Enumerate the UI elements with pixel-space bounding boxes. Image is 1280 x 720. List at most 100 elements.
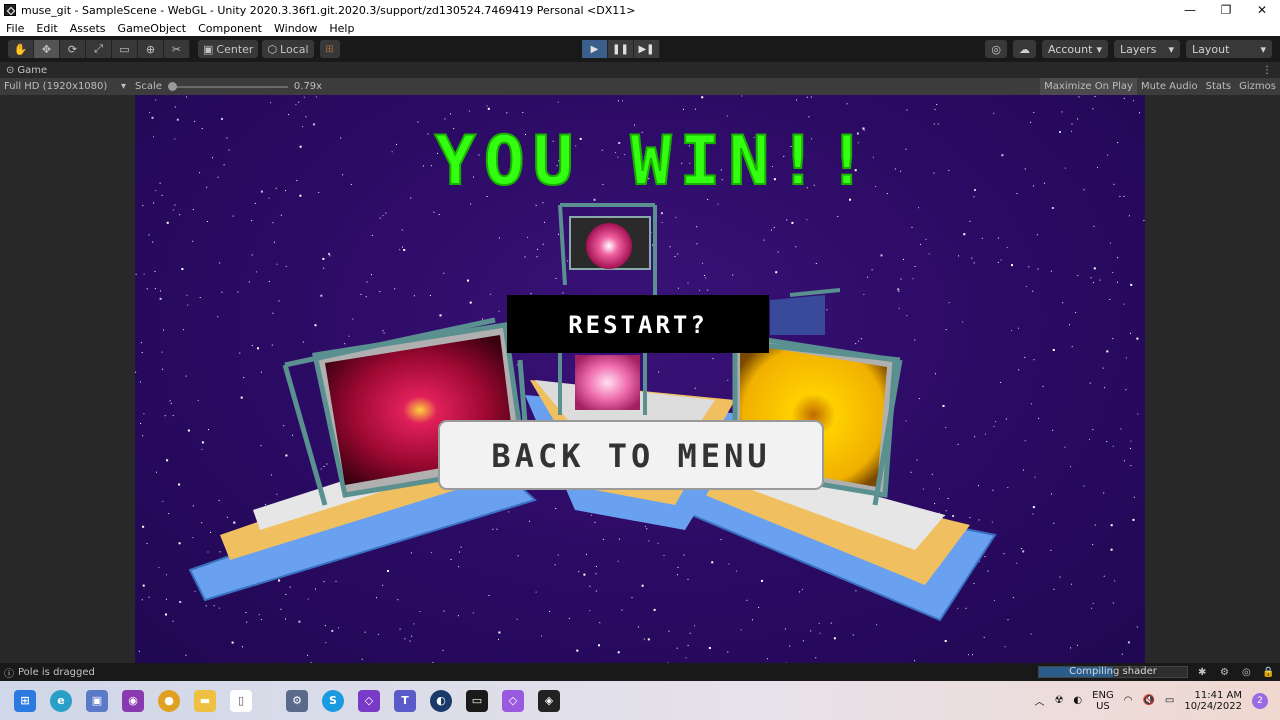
star (728, 563, 730, 565)
restore-icon[interactable]: ❐ (1208, 0, 1244, 20)
app-icon[interactable]: ◉ (122, 689, 144, 712)
layers-dropdown[interactable]: Layers ▾ (1114, 40, 1180, 58)
star (371, 274, 372, 276)
settings-gear-icon[interactable]: ⚙ (286, 689, 308, 712)
file-explorer-icon[interactable]: ▬ (194, 689, 216, 712)
star (292, 434, 293, 436)
star (993, 112, 995, 114)
step-button[interactable]: ▶❚ (634, 40, 660, 58)
language-indicator[interactable]: ENG US (1092, 690, 1114, 712)
rotate-tool-icon[interactable]: ⟳ (60, 40, 86, 58)
menu-file[interactable]: File (0, 22, 30, 35)
game-viewport[interactable]: YOU WIN!! RESTART? BACK TO MENU (135, 95, 1145, 663)
mute-audio-toggle[interactable]: Mute Audio (1137, 78, 1202, 95)
cache-icon[interactable]: ◎ (1242, 667, 1251, 678)
unity-taskbar-icon[interactable]: ◈ (538, 689, 560, 712)
star (151, 116, 154, 119)
pause-button[interactable]: ❚❚ (608, 40, 634, 58)
pivot-center-toggle[interactable]: ▣ Center (198, 40, 259, 58)
visual-studio-2-icon[interactable]: ◇ (502, 689, 524, 712)
resolution-dropdown[interactable]: Full HD (1920x1080) ▾ (0, 81, 130, 92)
star (1070, 466, 1071, 468)
play-button[interactable]: ▶ (582, 40, 608, 58)
notification-badge[interactable]: 2 (1252, 692, 1268, 709)
star (285, 618, 287, 620)
restart-button[interactable]: RESTART? (507, 295, 769, 353)
settings-icon[interactable]: ⚙ (1220, 667, 1229, 678)
scale-slider[interactable] (167, 81, 288, 91)
edge-icon[interactable]: e (50, 689, 72, 712)
back-to-menu-button[interactable]: BACK TO MENU (438, 420, 824, 490)
radiation-icon[interactable]: ☢ (1054, 695, 1063, 706)
lock-icon[interactable]: 🔒 (1262, 667, 1274, 678)
star (914, 266, 916, 267)
star (1011, 330, 1013, 332)
chevron-up-icon[interactable]: ︿ (1034, 693, 1044, 708)
star (712, 358, 714, 360)
battery-icon[interactable]: ▭ (1165, 695, 1174, 706)
layers-label: Layers (1120, 42, 1157, 56)
menu-component[interactable]: Component (192, 22, 268, 35)
stats-toggle[interactable]: Stats (1202, 78, 1236, 95)
star (139, 381, 141, 383)
star (808, 116, 810, 118)
scale-slider-knob[interactable] (167, 81, 177, 91)
star (677, 287, 679, 289)
star (833, 637, 836, 640)
bug-icon[interactable]: ✱ (1198, 667, 1206, 678)
star (399, 628, 401, 630)
teams-icon[interactable]: T (394, 689, 416, 712)
store-icon[interactable]: ▣ (86, 689, 108, 712)
chrome-icon[interactable]: ● (158, 689, 180, 712)
star (945, 510, 947, 512)
pivot-local-toggle[interactable]: ⬡ Local (262, 40, 314, 58)
custom-tool-icon[interactable]: ✂ (164, 40, 190, 58)
menu-gameobject[interactable]: GameObject (112, 22, 193, 35)
kebab-menu-icon[interactable]: ⋮ (1262, 65, 1272, 76)
clock-time: 11:41 AM (1194, 689, 1242, 701)
star (1018, 327, 1019, 329)
transform-tools: ✋ ✥ ⟳ ⤢ ▭ ⊕ ✂ (8, 40, 190, 58)
chevron-down-icon: ▾ (1168, 42, 1174, 56)
clock[interactable]: 11:41 AM 10/24/2022 (1184, 690, 1242, 712)
menu-edit[interactable]: Edit (30, 22, 63, 35)
star (469, 301, 472, 304)
skype-icon[interactable]: S (322, 689, 344, 712)
star (773, 227, 775, 229)
maximize-on-play-toggle[interactable]: Maximize On Play (1040, 78, 1137, 95)
menu-assets[interactable]: Assets (64, 22, 112, 35)
gizmos-toggle[interactable]: Gizmos (1235, 78, 1280, 95)
move-tool-icon[interactable]: ✥ (34, 40, 60, 58)
hand-tool-icon[interactable]: ✋ (8, 40, 34, 58)
windows-start-icon[interactable]: ⊞ (14, 689, 36, 712)
account-dropdown[interactable]: Account ▾ (1042, 40, 1108, 58)
transform-tool-icon[interactable]: ⊕ (138, 40, 164, 58)
grid-snap-icon[interactable]: ⊞ (319, 40, 340, 58)
cloud-icon[interactable]: ☁ (1013, 40, 1036, 58)
star (942, 405, 945, 407)
document-icon[interactable]: ▯ (230, 689, 252, 712)
star (645, 525, 647, 527)
terminal-icon[interactable]: ▭ (466, 689, 488, 712)
menu-window[interactable]: Window (268, 22, 323, 35)
close-icon[interactable]: ✕ (1244, 0, 1280, 20)
steam-tray-icon[interactable]: ◐ (1073, 695, 1082, 706)
minimize-icon[interactable]: — (1172, 0, 1208, 20)
scale-tool-icon[interactable]: ⤢ (86, 40, 112, 58)
star (903, 258, 904, 260)
visual-studio-icon[interactable]: ◇ (358, 689, 380, 712)
rect-tool-icon[interactable]: ▭ (112, 40, 138, 58)
speaker-muted-icon[interactable]: 🔇 (1142, 695, 1154, 706)
steam-icon[interactable]: ◐ (430, 689, 452, 712)
collab-icon[interactable]: ◎ (985, 40, 1007, 58)
tab-game[interactable]: Game (17, 65, 47, 76)
star (815, 263, 817, 264)
status-message[interactable]: Pole is dragged (18, 667, 95, 678)
star (256, 271, 258, 273)
layout-dropdown[interactable]: Layout ▾ (1186, 40, 1272, 58)
star (307, 598, 309, 600)
star (350, 183, 352, 185)
star (140, 423, 142, 424)
wifi-icon[interactable]: ◠ (1124, 695, 1133, 706)
menu-help[interactable]: Help (323, 22, 360, 35)
